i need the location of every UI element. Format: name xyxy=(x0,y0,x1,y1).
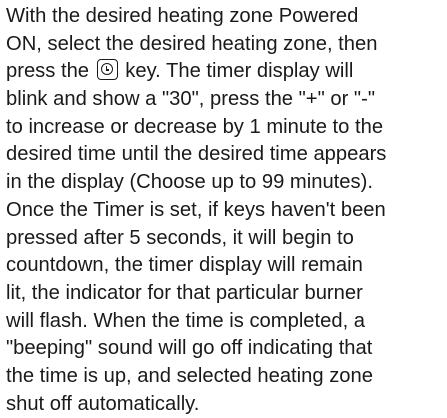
text-line: pressed after 5 seconds, it will begin t… xyxy=(6,226,354,249)
text-line: blink and show a "30", press the "+" or … xyxy=(6,88,375,111)
text-line: the time is up, and selected heating zon… xyxy=(6,364,373,387)
text-line: countdown, the timer display will remain xyxy=(6,254,363,277)
text-line: to increase or decrease by 1 minute to t… xyxy=(6,115,384,138)
text-line: in the display (Choose up to 99 minutes)… xyxy=(6,171,373,194)
text-line: ON, select the desired heating zone, the… xyxy=(6,32,378,55)
text-fragment: key. The timer display will xyxy=(125,60,354,83)
text-line: lit, the indicator for that particular b… xyxy=(6,281,363,304)
timer-clock-icon xyxy=(96,59,118,81)
text-line-with-icon: press the key. The timer display will xyxy=(6,58,446,86)
text-line: With the desired heating zone Powered xyxy=(6,5,359,27)
instruction-paragraph: With the desired heating zone Powered ON… xyxy=(6,3,446,418)
text-fragment: press the xyxy=(6,60,90,83)
text-line: will flash. When the time is completed, … xyxy=(6,309,366,332)
text-line: desired time until the desired time appe… xyxy=(6,143,387,166)
text-line: "beeping" sound will go off indicating t… xyxy=(6,337,373,360)
text-line: Once the Timer is set, if keys haven't b… xyxy=(6,198,386,221)
